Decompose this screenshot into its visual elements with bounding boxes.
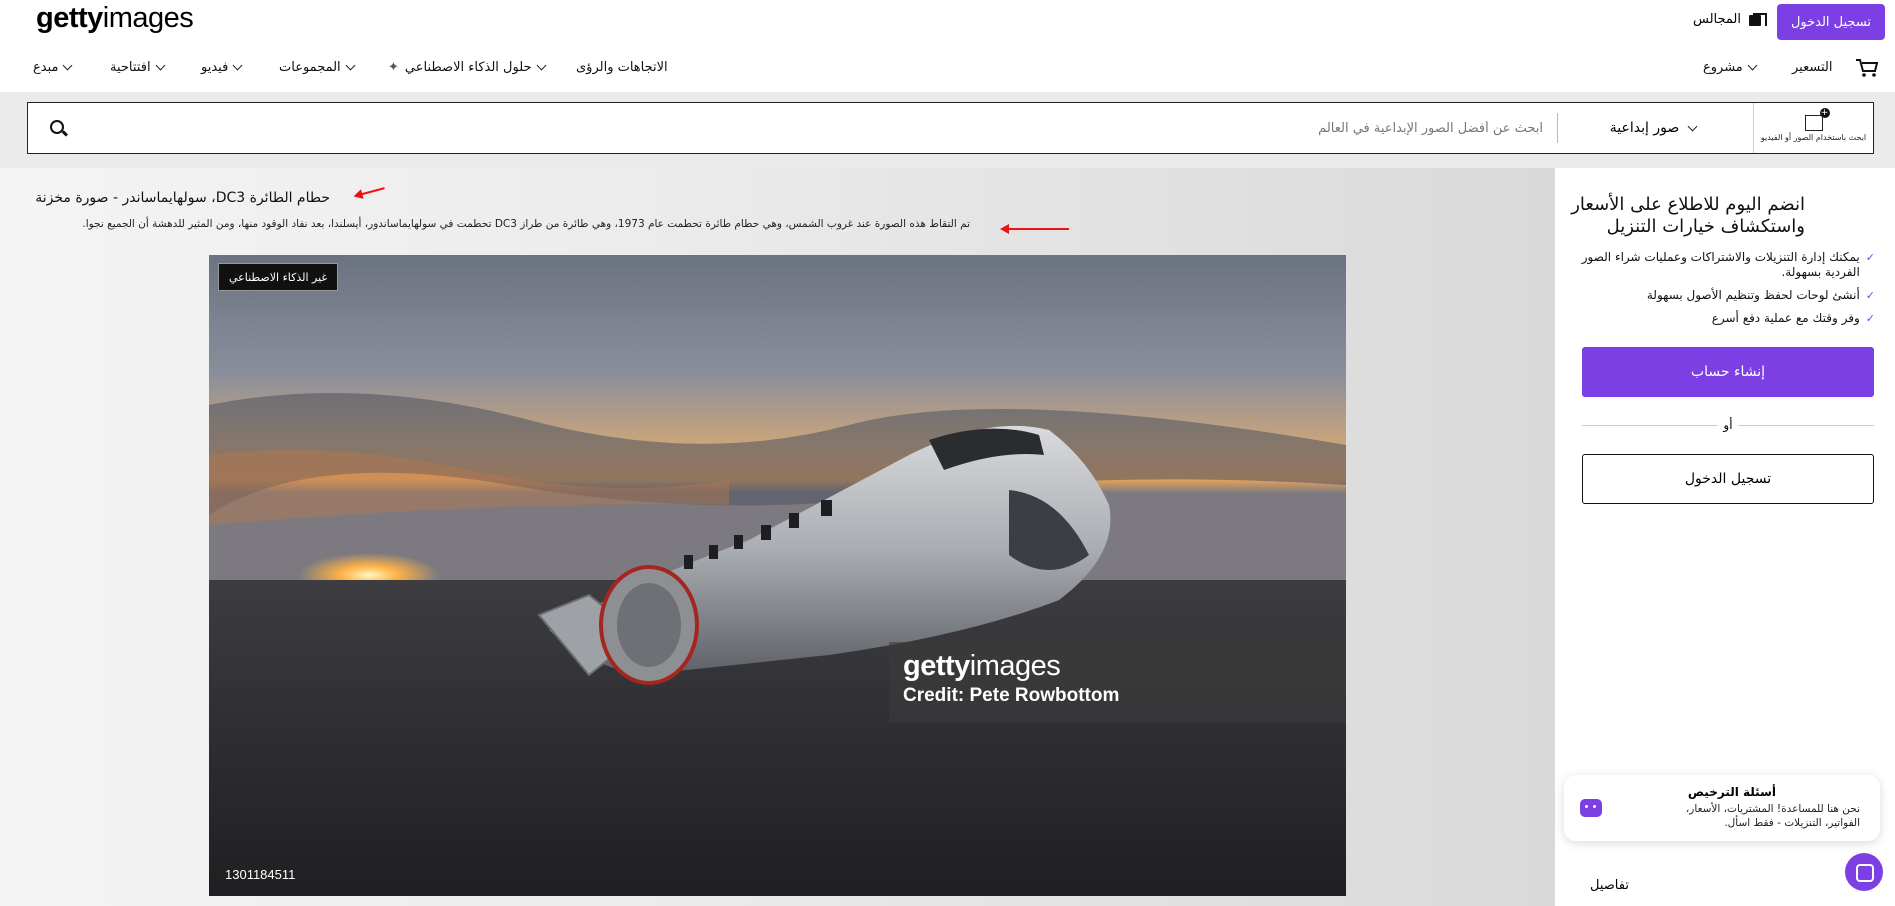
sparkle-icon: ✦ xyxy=(388,60,399,75)
nav-trends[interactable]: الاتجاهات والرؤى xyxy=(576,60,668,75)
create-account-button[interactable]: إنشاء حساب xyxy=(1582,347,1874,397)
image-id: 1301184511 xyxy=(225,867,296,882)
visual-search-button[interactable]: ابحث باستخدام الصور أو الفيديو xyxy=(1753,103,1873,153)
chevron-down-icon xyxy=(536,60,546,71)
boards-icon xyxy=(1749,12,1767,27)
plane-wreck-photo xyxy=(209,255,1346,896)
check-icon: ✓ xyxy=(1865,251,1875,264)
image-search-icon xyxy=(1804,107,1830,131)
details-heading: تفاصيل xyxy=(1590,878,1629,893)
benefits-list: ✓ يمكنك إدارة التنزيلات والاشتراكات وعملي… xyxy=(1555,250,1875,334)
benefit-item: ✓ وفر وقتك مع عملية دفع أسرع xyxy=(1711,311,1875,325)
chevron-down-icon xyxy=(345,60,356,71)
nav-project[interactable]: مشروع xyxy=(1703,60,1758,75)
login-button[interactable]: تسجيل الدخول xyxy=(1582,454,1874,504)
chevron-down-icon xyxy=(1687,121,1698,131)
chat-title: أسئلة الترخيص xyxy=(1687,785,1776,799)
search-type-select[interactable]: صور إبداعية xyxy=(1573,103,1733,153)
main-nav: مبدع افتتاحية فيديو المجموعات ✦ حلول الذ… xyxy=(0,44,1895,92)
boards-link[interactable]: المجالس xyxy=(1693,12,1767,27)
nav-collections[interactable]: المجموعات xyxy=(279,60,356,75)
cart-icon[interactable] xyxy=(1855,58,1879,78)
chevron-down-icon xyxy=(232,60,243,71)
licensing-chat-card[interactable]: أسئلة الترخيص نحن هنا للمساعدة! المشتريا… xyxy=(1564,775,1880,841)
nav-creative[interactable]: مبدع xyxy=(33,60,73,75)
benefit-item: ✓ أنشئ لوحات لحفظ وتنظيم الأصول بسهولة xyxy=(1646,288,1875,302)
signup-title: انضم اليوم للاطلاع على الأسعار واستكشاف … xyxy=(1571,194,1805,237)
search-bar: ابحث باستخدام الصور أو الفيديو صور إبداع… xyxy=(27,102,1874,154)
chat-text: نحن هنا للمساعدة! المشتريات، الأسعار، ال… xyxy=(1685,803,1860,829)
getty-logo[interactable]: gettyimages xyxy=(36,2,194,35)
photo-credit: Credit: Pete Rowbottom xyxy=(903,685,1120,706)
asset-description: تم التقاط هذه الصورة عند غروب الشمس، وهي… xyxy=(82,218,970,230)
bot-icon xyxy=(1580,799,1602,817)
nav-ai-solutions[interactable]: ✦ حلول الذكاء الاصطناعي xyxy=(388,60,546,75)
chevron-down-icon xyxy=(155,60,166,71)
asset-title: حطام الطائرة DC3، سولهايماساندر - صورة م… xyxy=(35,190,330,206)
watermark: gettyimages Credit: Pete Rowbottom xyxy=(889,642,1346,723)
check-icon: ✓ xyxy=(1865,289,1875,302)
benefit-item: ✓ يمكنك إدارة التنزيلات والاشتراكات وعملي… xyxy=(1581,250,1875,279)
search-divider xyxy=(1557,113,1558,143)
annotation-arrow-description xyxy=(1000,224,1069,234)
chevron-down-icon xyxy=(63,60,73,71)
asset-image[interactable]: غير الذكاء الاصطناعي gettyimages Credit:… xyxy=(209,255,1346,896)
or-label: أو xyxy=(1718,418,1738,432)
boards-label: المجالس xyxy=(1693,12,1741,27)
non-ai-badge: غير الذكاء الاصطناعي xyxy=(218,263,339,291)
login-button-top[interactable]: تسجيل الدخول xyxy=(1777,4,1885,40)
chat-launcher-button[interactable] xyxy=(1845,853,1883,891)
nav-video[interactable]: فيديو xyxy=(201,60,243,75)
top-bar: gettyimages المجالس تسجيل الدخول xyxy=(0,0,1895,44)
search-icon[interactable] xyxy=(50,120,64,134)
chevron-down-icon xyxy=(1747,60,1758,71)
nav-editorial[interactable]: افتتاحية xyxy=(110,60,166,75)
nav-pricing[interactable]: التسعير xyxy=(1792,60,1832,75)
watermark-logo: gettyimages xyxy=(903,650,1061,682)
check-icon: ✓ xyxy=(1865,312,1875,325)
search-input[interactable] xyxy=(88,103,1543,153)
